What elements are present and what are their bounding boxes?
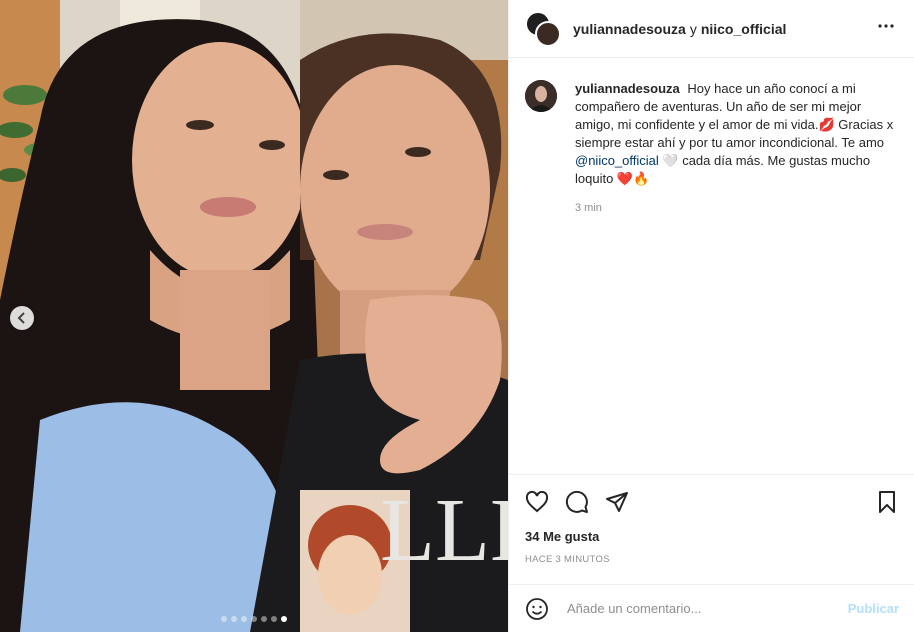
send-icon [606,492,628,512]
share-button[interactable] [605,490,629,514]
avatar[interactable] [525,80,557,112]
caption-text: yuliannadesouza Hoy hace un año conocí a… [575,80,895,188]
caption-time: 3 min [575,202,602,214]
save-button[interactable] [875,490,899,514]
caption-username-link[interactable]: yuliannadesouza [575,81,680,96]
avatar [535,20,561,47]
post-caption: yuliannadesouza Hoy hace un año conocí a… [509,58,914,214]
carousel-dot-active [281,616,287,622]
avatar-image [525,80,557,112]
emoji-icon [526,597,548,620]
emoji-button[interactable] [525,597,549,621]
post-actions: 34 Me gusta HACE 3 MINUTOS [509,474,914,565]
header-usernames: yuliannadesouza y niico_official [573,21,786,37]
bookmark-icon [879,491,895,513]
instagram-post-view: LLE [0,0,914,632]
like-button[interactable] [525,490,549,514]
chevron-left-icon [17,312,25,324]
comment-icon [565,490,588,513]
carousel-dot [231,616,237,622]
more-horizontal-icon [878,24,894,28]
photo-illustration: LLE [0,0,508,632]
svg-text:LLE: LLE [380,481,508,580]
carousel-dot [271,616,277,622]
action-icons-row [525,489,899,515]
carousel-dots [0,616,508,622]
post-photo[interactable]: LLE [0,0,508,632]
collab-avatars[interactable] [525,10,561,47]
carousel-dot [241,616,247,622]
heart-icon [525,490,549,513]
header-user2-link[interactable]: niico_official [701,21,787,37]
post-header: yuliannadesouza y niico_official [509,0,914,58]
comment-input[interactable] [565,600,848,617]
comment-button[interactable] [565,490,589,514]
carousel-prev-button[interactable] [10,306,34,330]
more-options-button[interactable] [874,14,898,43]
carousel-dot [221,616,227,622]
carousel-dot [251,616,257,622]
comment-bar: Publicar [509,584,914,632]
publish-button[interactable]: Publicar [848,601,899,616]
post-timestamp[interactable]: HACE 3 MINUTOS [525,554,899,565]
carousel-dot [261,616,267,622]
post-details-panel: yuliannadesouza y niico_official yuliann… [508,0,914,632]
likes-count[interactable]: 34 Me gusta [525,529,899,544]
caption-mention-link[interactable]: @niico_official [575,153,659,168]
header-user1-link[interactable]: yuliannadesouza [573,21,686,37]
header-separator: y [689,20,697,37]
